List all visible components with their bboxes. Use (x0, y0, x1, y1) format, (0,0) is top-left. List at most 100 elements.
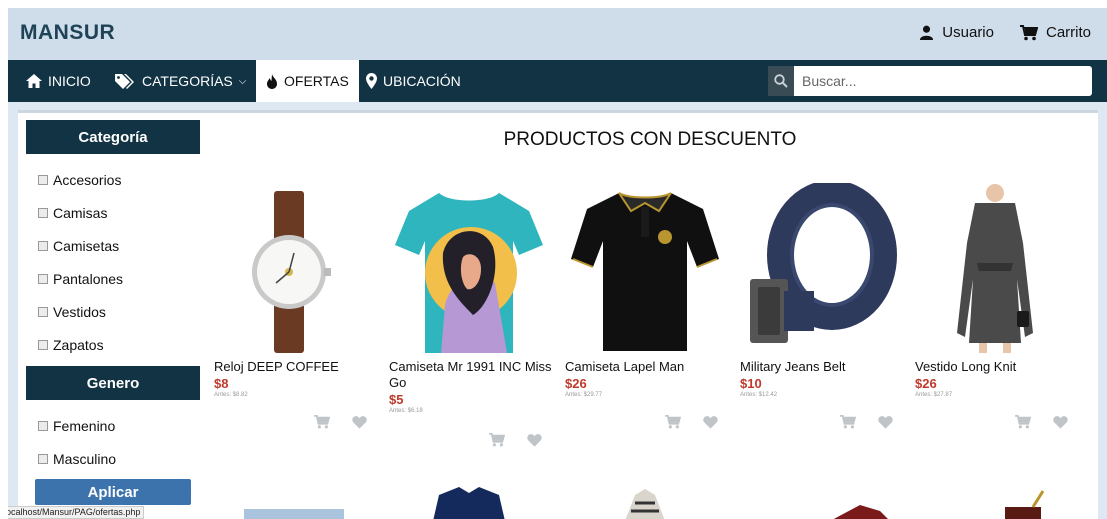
jeans-image (244, 509, 344, 519)
filter-label: Pantalones (53, 271, 124, 287)
apply-button[interactable]: Aplicar (35, 479, 191, 505)
add-to-cart-icon[interactable] (1015, 415, 1031, 429)
nav-ofertas[interactable]: OFERTAS (256, 60, 359, 102)
product-name[interactable]: Military Jeans Belt (740, 359, 908, 375)
filter-label: Masculino (53, 451, 117, 467)
home-icon (26, 74, 42, 88)
product-actions (665, 415, 718, 429)
shirt-image (433, 487, 505, 519)
add-to-cart-icon[interactable] (665, 415, 681, 429)
top-links: Usuario Carrito (919, 24, 1091, 41)
product-image-partial[interactable] (565, 481, 733, 519)
add-to-cart-icon[interactable] (314, 415, 330, 429)
page-frame: MANSUR Usuario Carrito INICIO CATEGORÍAS… (8, 8, 1107, 519)
checkbox-icon[interactable] (38, 208, 48, 218)
product-image-partial[interactable] (389, 481, 557, 519)
site-logo[interactable]: MANSUR (20, 21, 115, 45)
chevron-down-icon: ⌵ (238, 75, 247, 87)
filter-camisetas[interactable]: Camisetas (38, 238, 119, 254)
nav-inicio[interactable]: INICIO (26, 60, 91, 102)
cart-label: Carrito (1045, 24, 1091, 41)
cart-link[interactable]: Carrito (1019, 24, 1091, 41)
product-name[interactable]: Camiseta Mr 1991 INC Miss Go (389, 359, 557, 391)
filter-label: Camisas (53, 205, 108, 221)
nav-categorias-label: CATEGORÍAS (142, 73, 233, 89)
product-image[interactable] (565, 183, 725, 355)
filter-label: Femenino (53, 418, 116, 434)
checkbox-icon[interactable] (38, 175, 48, 185)
cart-icon (1019, 24, 1038, 40)
filter-pantalones[interactable]: Pantalones (38, 271, 123, 287)
heart-icon[interactable] (1053, 415, 1068, 429)
filter-zapatos[interactable]: Zapatos (38, 337, 104, 353)
filter-label: Zapatos (53, 337, 104, 353)
product-actions (314, 415, 367, 429)
checkbox-icon[interactable] (38, 454, 48, 464)
user-link[interactable]: Usuario (919, 24, 994, 41)
product-card[interactable]: Camiseta Lapel Man $26 Antes: $29.77 (565, 183, 733, 429)
product-image-partial[interactable] (740, 481, 908, 519)
add-to-cart-icon[interactable] (840, 415, 856, 429)
checkbox-icon[interactable] (38, 421, 48, 431)
heart-icon[interactable] (878, 415, 893, 429)
search-input[interactable] (794, 66, 1092, 96)
product-card[interactable]: Vestido Long Knit $26 Antes: $27.87 (915, 183, 1083, 429)
tshirt-image (395, 193, 543, 353)
nav-inicio-label: INICIO (48, 73, 91, 89)
checkbox-icon[interactable] (38, 241, 48, 251)
product-image-partial[interactable] (915, 481, 1083, 519)
checkbox-icon[interactable] (38, 274, 48, 284)
content-panel: Categoría Accesorios Camisas Camisetas P… (18, 110, 1098, 519)
product-image-partial[interactable] (214, 481, 382, 519)
filter-camisas[interactable]: Camisas (38, 205, 107, 221)
top-bar: MANSUR Usuario Carrito (8, 8, 1107, 60)
filter-masculino[interactable]: Masculino (38, 451, 116, 467)
product-old-price: Antes: $6.18 (389, 408, 423, 414)
product-price: $10 (740, 376, 762, 391)
heart-icon[interactable] (352, 415, 367, 429)
product-actions (1015, 415, 1068, 429)
search-bar (768, 66, 1092, 96)
product-old-price: Antes: $8.82 (214, 392, 248, 398)
filter-femenino[interactable]: Femenino (38, 418, 115, 434)
main-nav: INICIO CATEGORÍAS ⌵ OFERTAS UBICACIÓN (8, 60, 1107, 102)
heart-icon[interactable] (703, 415, 718, 429)
status-bar-url: localhost/Mansur/PAG/ofertas.php (8, 506, 145, 519)
add-to-cart-icon[interactable] (489, 433, 505, 447)
product-name[interactable]: Camiseta Lapel Man (565, 359, 733, 375)
product-image[interactable] (740, 183, 900, 355)
product-card[interactable]: Military Jeans Belt $10 Antes: $12.42 (740, 183, 908, 429)
page-title: PRODUCTOS CON DESCUENTO (503, 129, 797, 150)
nav-categorias[interactable]: CATEGORÍAS ⌵ (114, 60, 246, 102)
search-icon (774, 74, 788, 88)
product-image[interactable] (389, 183, 549, 355)
gender-title: Genero (26, 366, 200, 400)
heart-icon[interactable] (527, 433, 542, 447)
category-title: Categoría (26, 120, 200, 154)
filter-accesorios[interactable]: Accesorios (38, 172, 121, 188)
checkbox-icon[interactable] (38, 340, 48, 350)
checkbox-icon[interactable] (38, 307, 48, 317)
product-old-price: Antes: $27.87 (915, 392, 953, 398)
nav-ofertas-label: OFERTAS (284, 73, 349, 89)
product-card[interactable]: Camiseta Mr 1991 INC Miss Go $5 Antes: $… (389, 183, 557, 447)
product-card[interactable]: Reloj DEEP COFFEE $8 Antes: $8.82 (214, 183, 382, 429)
fire-icon (267, 73, 277, 89)
filter-label: Accesorios (53, 172, 122, 188)
product-price: $26 (565, 376, 587, 391)
product-name[interactable]: Vestido Long Knit (915, 359, 1083, 375)
product-price: $26 (915, 376, 937, 391)
tags-icon (115, 74, 134, 89)
product-image[interactable] (214, 183, 374, 355)
nav-ubicacion[interactable]: UBICACIÓN (366, 60, 461, 102)
polo-image (571, 192, 719, 351)
product-actions (840, 415, 893, 429)
product-name[interactable]: Reloj DEEP COFFEE (214, 359, 382, 375)
dress-image (957, 184, 1033, 353)
product-image[interactable] (915, 183, 1075, 355)
user-icon (920, 25, 934, 40)
filter-vestidos[interactable]: Vestidos (38, 304, 106, 320)
search-button[interactable] (768, 66, 794, 96)
shoe-image (833, 505, 888, 519)
watch-image (252, 191, 331, 353)
